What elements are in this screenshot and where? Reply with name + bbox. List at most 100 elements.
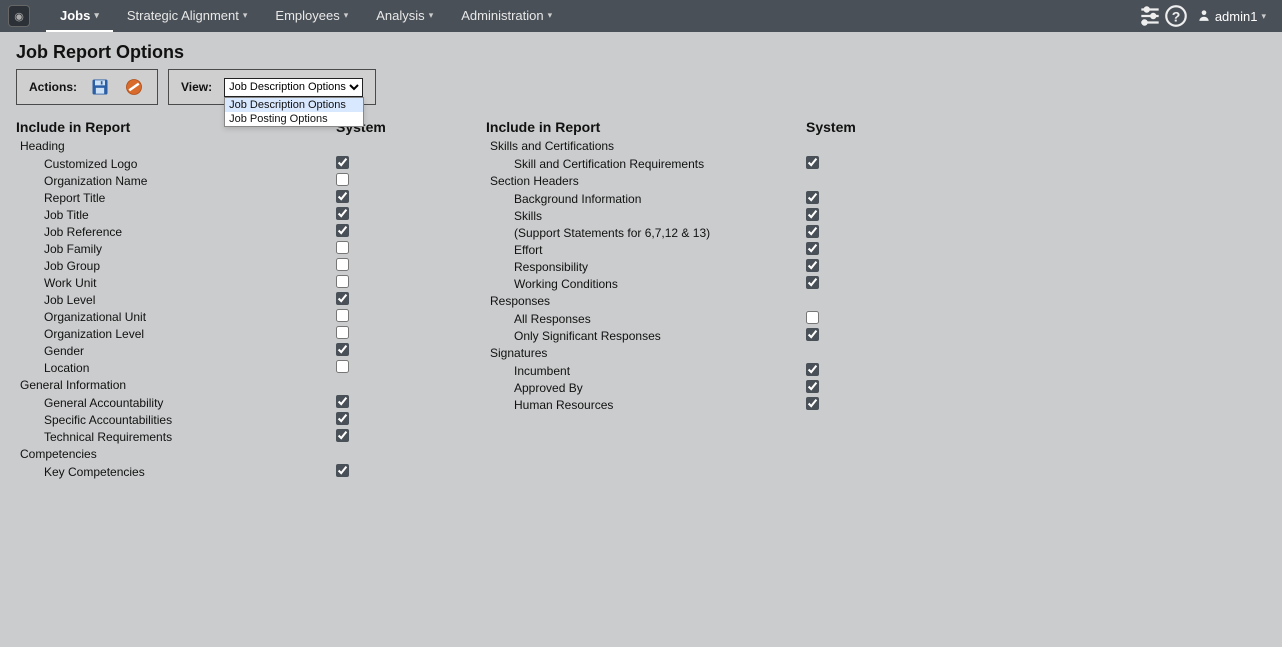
option-label: Skills bbox=[514, 209, 806, 223]
option-checkbox[interactable] bbox=[806, 259, 819, 272]
view-option[interactable]: Job Posting Options bbox=[225, 112, 363, 126]
option-checkbox[interactable] bbox=[336, 241, 349, 254]
option-label: Skill and Certification Requirements bbox=[514, 157, 806, 171]
option-checkbox[interactable] bbox=[806, 276, 819, 289]
option-checkbox[interactable] bbox=[336, 190, 349, 203]
option-row: Human Resources bbox=[486, 396, 886, 413]
option-label: (Support Statements for 6,7,12 & 13) bbox=[514, 226, 806, 240]
chevron-down-icon: ▾ bbox=[1261, 11, 1266, 22]
option-checkbox[interactable] bbox=[806, 363, 819, 376]
view-select[interactable]: Job Description OptionsJob Posting Optio… bbox=[224, 78, 363, 97]
chevron-down-icon: ▾ bbox=[94, 10, 99, 21]
settings-sliders-icon[interactable] bbox=[1137, 3, 1163, 29]
option-checkbox[interactable] bbox=[806, 311, 819, 324]
option-row: Only Significant Responses bbox=[486, 327, 886, 344]
option-checkbox[interactable] bbox=[806, 242, 819, 255]
option-checkbox[interactable] bbox=[336, 360, 349, 373]
option-label: Organization Name bbox=[44, 174, 336, 188]
view-dropdown: Job Description OptionsJob Posting Optio… bbox=[224, 97, 364, 127]
option-checkbox[interactable] bbox=[806, 397, 819, 410]
option-checkbox[interactable] bbox=[336, 326, 349, 339]
nav-item-strategic-alignment[interactable]: Strategic Alignment▾ bbox=[113, 0, 262, 32]
option-label: Technical Requirements bbox=[44, 430, 336, 444]
option-row: Organization Name bbox=[16, 172, 416, 189]
option-row: Location bbox=[16, 359, 416, 376]
option-checkbox[interactable] bbox=[806, 380, 819, 393]
option-row: Specific Accountabilities bbox=[16, 411, 416, 428]
option-label: Job Family bbox=[44, 242, 336, 256]
option-label: Work Unit bbox=[44, 276, 336, 290]
option-checkbox[interactable] bbox=[336, 309, 349, 322]
option-label: Organization Level bbox=[44, 327, 336, 341]
option-checkbox[interactable] bbox=[806, 156, 819, 169]
option-label: Background Information bbox=[514, 192, 806, 206]
option-row: Technical Requirements bbox=[16, 428, 416, 445]
nav-item-analysis[interactable]: Analysis▾ bbox=[362, 0, 447, 32]
option-row: Job Title bbox=[16, 206, 416, 223]
actions-label: Actions: bbox=[29, 80, 77, 94]
option-label: Responsibility bbox=[514, 260, 806, 274]
option-label: Job Level bbox=[44, 293, 336, 307]
option-checkbox[interactable] bbox=[806, 191, 819, 204]
option-row: Effort bbox=[486, 241, 886, 258]
view-option[interactable]: Job Description Options bbox=[225, 98, 363, 112]
option-checkbox[interactable] bbox=[806, 225, 819, 238]
svg-text:?: ? bbox=[1172, 8, 1181, 24]
option-label: General Accountability bbox=[44, 396, 336, 410]
help-icon[interactable]: ? bbox=[1163, 3, 1189, 29]
option-checkbox[interactable] bbox=[336, 395, 349, 408]
option-label: Only Significant Responses bbox=[514, 329, 806, 343]
view-label: View: bbox=[181, 80, 212, 94]
option-checkbox[interactable] bbox=[336, 412, 349, 425]
option-label: Organizational Unit bbox=[44, 310, 336, 324]
option-row: Skill and Certification Requirements bbox=[486, 155, 886, 172]
nav-item-employees[interactable]: Employees▾ bbox=[261, 0, 362, 32]
option-row: General Accountability bbox=[16, 394, 416, 411]
nav-label: Analysis bbox=[376, 8, 424, 23]
option-checkbox[interactable] bbox=[336, 224, 349, 237]
option-row: Report Title bbox=[16, 189, 416, 206]
option-checkbox[interactable] bbox=[336, 156, 349, 169]
option-row: Incumbent bbox=[486, 362, 886, 379]
group-header: Responses bbox=[486, 294, 886, 308]
chevron-down-icon: ▾ bbox=[548, 10, 553, 21]
option-label: Approved By bbox=[514, 381, 806, 395]
option-checkbox[interactable] bbox=[806, 208, 819, 221]
option-checkbox[interactable] bbox=[336, 207, 349, 220]
option-checkbox[interactable] bbox=[336, 292, 349, 305]
option-label: Key Competencies bbox=[44, 465, 336, 479]
option-row: All Responses bbox=[486, 310, 886, 327]
save-icon[interactable] bbox=[89, 76, 111, 98]
user-name: admin1 bbox=[1215, 9, 1258, 24]
option-checkbox[interactable] bbox=[336, 258, 349, 271]
nav-label: Jobs bbox=[60, 8, 90, 23]
nav-item-jobs[interactable]: Jobs ▾ bbox=[46, 0, 113, 32]
option-row: Organization Level bbox=[16, 325, 416, 342]
page-title: Job Report Options bbox=[16, 42, 1266, 63]
option-row: Job Family bbox=[16, 240, 416, 257]
option-checkbox[interactable] bbox=[806, 328, 819, 341]
option-checkbox[interactable] bbox=[336, 275, 349, 288]
group-header: General Information bbox=[16, 378, 416, 392]
option-label: All Responses bbox=[514, 312, 806, 326]
app-logo[interactable]: ◉ bbox=[8, 5, 30, 27]
option-checkbox[interactable] bbox=[336, 464, 349, 477]
option-label: Customized Logo bbox=[44, 157, 336, 171]
option-row: Organizational Unit bbox=[16, 308, 416, 325]
option-label: Working Conditions bbox=[514, 277, 806, 291]
option-label: Gender bbox=[44, 344, 336, 358]
option-row: (Support Statements for 6,7,12 & 13) bbox=[486, 224, 886, 241]
option-label: Report Title bbox=[44, 191, 336, 205]
actions-toolbar: Actions: bbox=[16, 69, 158, 105]
cancel-icon[interactable] bbox=[123, 76, 145, 98]
nav-item-administration[interactable]: Administration▾ bbox=[447, 0, 566, 32]
option-row: Skills bbox=[486, 207, 886, 224]
option-checkbox[interactable] bbox=[336, 343, 349, 356]
chevron-down-icon: ▾ bbox=[344, 10, 349, 21]
option-checkbox[interactable] bbox=[336, 429, 349, 442]
top-nav: ◉ Jobs▾Strategic Alignment▾Employees▾Ana… bbox=[0, 0, 1282, 32]
user-menu[interactable]: admin1 ▾ bbox=[1189, 8, 1274, 25]
col-header-system: System bbox=[806, 119, 856, 135]
option-label: Incumbent bbox=[514, 364, 806, 378]
option-checkbox[interactable] bbox=[336, 173, 349, 186]
